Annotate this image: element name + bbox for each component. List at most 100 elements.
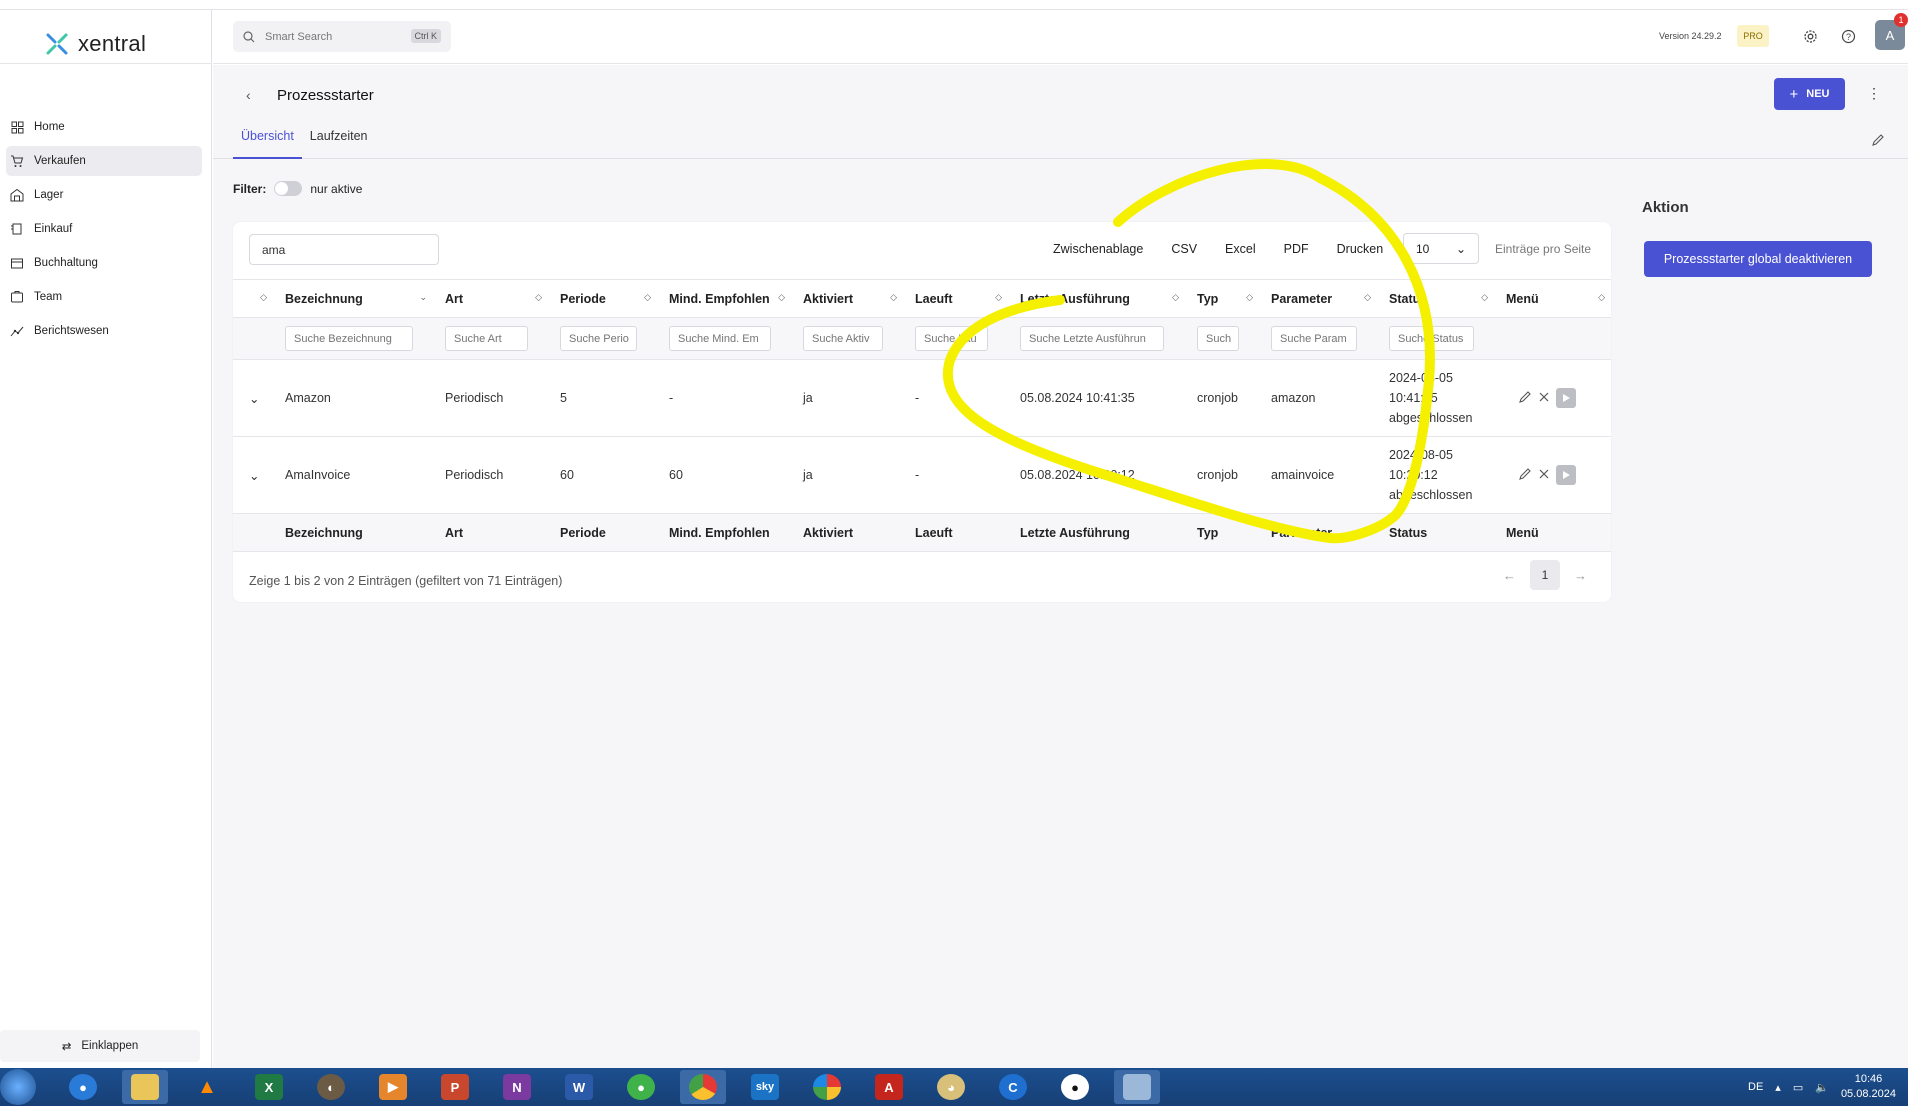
- sort-icon: ◇: [1172, 292, 1179, 302]
- filter-letzte-ausfuehrung-input[interactable]: [1020, 326, 1164, 351]
- active-only-toggle[interactable]: [274, 181, 303, 196]
- export-excel-button[interactable]: Excel: [1225, 242, 1256, 256]
- expand-column-header[interactable]: ◇: [233, 279, 273, 318]
- control-panel-icon[interactable]: [1114, 1070, 1160, 1104]
- excel-icon[interactable]: X: [246, 1070, 292, 1104]
- column-header-typ[interactable]: Typ ◇: [1185, 279, 1259, 318]
- filter-bezeichnung-input[interactable]: [285, 326, 413, 351]
- filter-typ-input[interactable]: [1197, 326, 1239, 351]
- sky-go-icon[interactable]: sky: [742, 1070, 788, 1104]
- volume-icon[interactable]: 🔈: [1815, 1081, 1829, 1094]
- filter-laeuft-input[interactable]: [915, 326, 988, 351]
- clock[interactable]: 10:46 05.08.2024: [1841, 1072, 1896, 1102]
- column-header-status[interactable]: Status ◇: [1377, 279, 1494, 318]
- filter-mind-empfohlen-input[interactable]: [669, 326, 771, 351]
- powerpoint-icon[interactable]: P: [432, 1070, 478, 1104]
- paint-icon[interactable]: ◕: [928, 1070, 974, 1104]
- sidebar-item-team[interactable]: Team: [6, 282, 202, 312]
- column-header-menu[interactable]: Menü ◇: [1494, 279, 1611, 318]
- filter-status-input[interactable]: [1389, 326, 1474, 351]
- run-play-icon[interactable]: [1556, 388, 1576, 408]
- cell-status: 2024-08-05 10:20:12 abgeschlossen: [1377, 436, 1494, 514]
- run-play-icon[interactable]: [1556, 465, 1576, 485]
- filter-parameter-input[interactable]: [1271, 326, 1357, 351]
- onenote-icon[interactable]: N: [494, 1070, 540, 1104]
- prev-page-arrow-icon[interactable]: ←: [1503, 568, 1516, 583]
- new-button[interactable]: + NEU: [1774, 78, 1845, 110]
- wechat-icon[interactable]: ●: [618, 1070, 664, 1104]
- top-header: Smart Search Ctrl K Version 24.29.2 PRO …: [213, 10, 1908, 64]
- column-header-letzte-ausfuehrung[interactable]: Letzte Ausführung ◇: [1008, 279, 1185, 318]
- gimp-icon[interactable]: ◐: [308, 1070, 354, 1104]
- footer-laeuft: Laeuft: [903, 513, 1008, 552]
- column-header-mind-empfohlen[interactable]: Mind. Empfohlen ◇: [657, 279, 791, 318]
- sidebar-item-berichtswesen[interactable]: Berichtswesen: [6, 316, 202, 346]
- column-header-laeuft[interactable]: Laeuft ◇: [903, 279, 1008, 318]
- sidebar-item-verkaufen[interactable]: Verkaufen: [6, 146, 202, 176]
- filter-art-input[interactable]: [445, 326, 528, 351]
- network-icon[interactable]: ▭: [1793, 1081, 1803, 1094]
- print-button[interactable]: Drucken: [1337, 242, 1384, 256]
- picasa-icon[interactable]: [804, 1070, 850, 1104]
- export-csv-button[interactable]: CSV: [1171, 242, 1197, 256]
- smart-search-input[interactable]: Smart Search Ctrl K: [233, 21, 451, 52]
- sidebar-item-home[interactable]: Home: [6, 112, 202, 142]
- column-header-parameter[interactable]: Parameter ◇: [1259, 279, 1377, 318]
- page-number-button[interactable]: 1: [1530, 560, 1560, 590]
- expand-row-chevron-icon[interactable]: ⌄: [249, 392, 259, 406]
- chrome-icon[interactable]: [680, 1070, 726, 1104]
- table-search-input[interactable]: [249, 234, 439, 265]
- delete-x-icon[interactable]: [1538, 391, 1550, 406]
- file-explorer-icon[interactable]: [122, 1070, 168, 1104]
- filter-periode-input[interactable]: [560, 326, 637, 351]
- cell-status: 2024-08-05 10:41:35 abgeschlossen: [1377, 359, 1494, 437]
- column-header-aktiviert[interactable]: Aktiviert ◇: [791, 279, 903, 318]
- edit-icon[interactable]: [1518, 390, 1532, 407]
- logo[interactable]: xentral: [44, 22, 146, 66]
- cell-bezeichnung: AmaInvoice: [273, 436, 433, 514]
- column-header-art[interactable]: Art ◇: [433, 279, 548, 318]
- start-button-icon[interactable]: [0, 1069, 36, 1105]
- deactivate-all-button[interactable]: Prozessstarter global deaktivieren: [1644, 241, 1872, 277]
- column-header-bezeichnung[interactable]: Bezeichnung ⌄: [273, 279, 433, 318]
- delete-x-icon[interactable]: [1538, 468, 1550, 483]
- tab-laufzeiten[interactable]: Laufzeiten: [302, 129, 376, 159]
- more-options-icon[interactable]: ⋮: [1867, 85, 1881, 102]
- sort-desc-icon: ⌄: [419, 292, 427, 302]
- word-icon[interactable]: W: [556, 1070, 602, 1104]
- help-icon[interactable]: ?: [1838, 26, 1858, 46]
- cell-aktiviert: ja: [791, 436, 903, 514]
- gear-icon[interactable]: [1800, 26, 1820, 46]
- media-player-icon[interactable]: ▶: [370, 1070, 416, 1104]
- ccleaner-icon[interactable]: C: [990, 1070, 1036, 1104]
- entries-per-page-select[interactable]: 10 ⌄: [1403, 233, 1479, 264]
- edit-icon[interactable]: [1518, 467, 1532, 484]
- sidebar-item-lager[interactable]: Lager: [6, 180, 202, 210]
- plan-badge: PRO: [1737, 25, 1769, 47]
- filter-aktiviert-input[interactable]: [803, 326, 883, 351]
- export-pdf-button[interactable]: PDF: [1284, 242, 1309, 256]
- export-clipboard-button[interactable]: Zwischenablage: [1053, 242, 1143, 256]
- sidebar-item-einkauf[interactable]: Einkauf: [6, 214, 202, 244]
- vlc-icon[interactable]: ▲: [184, 1070, 230, 1104]
- back-chevron-icon[interactable]: ‹: [246, 87, 251, 103]
- chart-icon: [10, 324, 24, 338]
- thunderbird-icon[interactable]: ●: [60, 1070, 106, 1104]
- tab-uebersicht[interactable]: Übersicht: [233, 129, 302, 159]
- sidebar-item-buchhaltung[interactable]: Buchhaltung: [6, 248, 202, 278]
- tray-arrow-icon[interactable]: ▴: [1775, 1081, 1781, 1094]
- edit-pencil-icon[interactable]: [1871, 133, 1885, 150]
- expand-row-chevron-icon[interactable]: ⌄: [249, 469, 259, 483]
- panda-icon[interactable]: ●: [1052, 1070, 1098, 1104]
- column-header-periode[interactable]: Periode ◇: [548, 279, 657, 318]
- acrobat-icon[interactable]: A: [866, 1070, 912, 1104]
- sort-icon: ◇: [1481, 292, 1488, 302]
- language-indicator[interactable]: DE: [1748, 1081, 1763, 1093]
- cell-periode: 60: [548, 436, 657, 514]
- sidebar-item-label: Verkaufen: [34, 155, 86, 167]
- collapse-sidebar-button[interactable]: ⇄ Einklappen: [0, 1030, 200, 1062]
- next-page-arrow-icon[interactable]: →: [1574, 568, 1587, 583]
- cell-mind-empfohlen: 60: [657, 436, 791, 514]
- cell-typ: cronjob: [1185, 359, 1259, 437]
- sidebar-item-label: Buchhaltung: [34, 257, 98, 269]
